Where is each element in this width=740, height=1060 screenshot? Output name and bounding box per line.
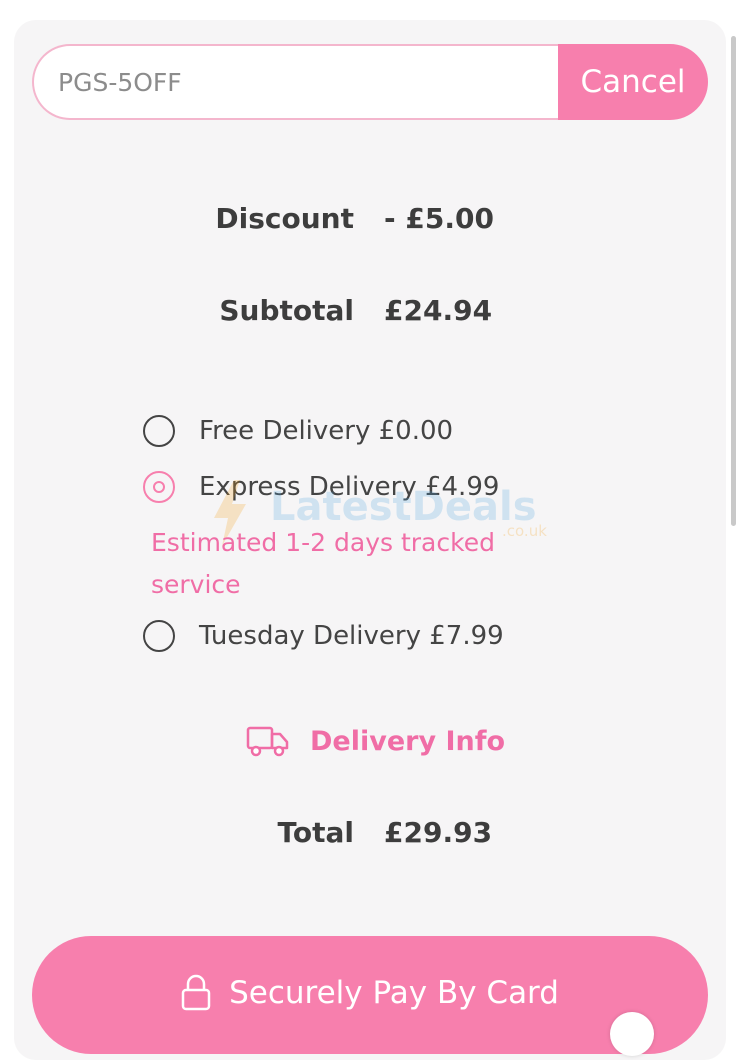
total-row: Total £29.93 <box>0 816 740 856</box>
chat-widget-button[interactable] <box>610 1012 654 1056</box>
express-note-line: service <box>151 570 241 599</box>
subtotal-row: Subtotal £24.94 <box>0 294 740 334</box>
lock-icon <box>181 974 211 1011</box>
pay-button-content: Securely Pay By Card <box>32 974 708 1012</box>
coupon-code-input[interactable] <box>32 44 566 120</box>
express-delivery-note: Estimated 1-2 days tracked service <box>151 522 551 606</box>
truck-icon <box>246 726 289 757</box>
delivery-option-label: Free Delivery £0.00 <box>199 416 454 446</box>
total-value: £29.93 <box>384 816 493 849</box>
discount-row: Discount - £5.00 <box>0 202 740 242</box>
radio-express-delivery[interactable] <box>143 471 175 503</box>
pay-button-label: Securely Pay By Card <box>229 975 559 1011</box>
total-label: Total <box>277 816 355 849</box>
subtotal-label: Subtotal <box>219 294 354 327</box>
delivery-option-label: Tuesday Delivery £7.99 <box>199 621 504 651</box>
delivery-option-label: Express Delivery £4.99 <box>199 472 500 502</box>
radio-tuesday-delivery[interactable] <box>143 620 175 652</box>
pay-by-card-button[interactable]: Securely Pay By Card <box>32 936 708 1054</box>
discount-label: Discount <box>215 202 354 235</box>
delivery-info-label: Delivery Info <box>310 725 506 757</box>
express-note-line: Estimated 1-2 days tracked <box>151 528 495 557</box>
scrollbar[interactable] <box>731 36 736 526</box>
cancel-coupon-button[interactable]: Cancel <box>558 44 708 120</box>
delivery-option-tuesday[interactable]: Tuesday Delivery £7.99 <box>143 616 504 656</box>
delivery-info-link[interactable]: Delivery Info <box>246 720 505 762</box>
delivery-option-free[interactable]: Free Delivery £0.00 <box>143 411 453 451</box>
delivery-option-express[interactable]: Express Delivery £4.99 <box>143 467 499 507</box>
radio-free-delivery[interactable] <box>143 415 175 447</box>
discount-value: - £5.00 <box>384 202 494 235</box>
coupon-row: Cancel <box>32 44 708 120</box>
subtotal-value: £24.94 <box>384 294 493 327</box>
